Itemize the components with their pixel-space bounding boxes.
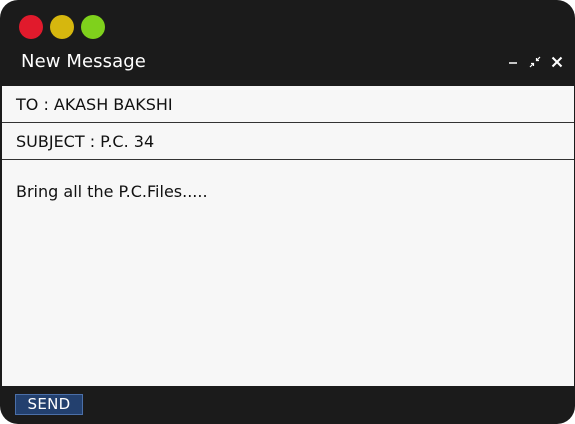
- close-icon[interactable]: [549, 54, 565, 70]
- traffic-light-minimize[interactable]: [50, 15, 74, 39]
- to-field-text: TO : AKASH BAKSHI: [16, 95, 173, 114]
- compose-window: New Message TO: AKASH BAKSHI SUBJECT: …: [0, 0, 575, 424]
- subject-field[interactable]: SUBJECT : P.C. 34: [2, 123, 574, 160]
- send-button[interactable]: SEND: [15, 394, 83, 415]
- compose-body: TO : AKASH BAKSHI SUBJECT : P.C. 34 Brin…: [2, 86, 574, 386]
- compose-footer: SEND: [0, 386, 575, 424]
- to-field[interactable]: TO : AKASH BAKSHI: [2, 86, 574, 123]
- subject-field-text: SUBJECT : P.C. 34: [16, 132, 155, 151]
- traffic-light-maximize[interactable]: [81, 15, 105, 39]
- collapse-icon[interactable]: [527, 54, 543, 70]
- title-bar: New Message: [0, 0, 575, 86]
- window-title: New Message: [21, 51, 146, 72]
- message-body[interactable]: Bring all the P.C.Files.....: [16, 182, 208, 201]
- minimize-icon[interactable]: [505, 54, 521, 70]
- traffic-light-close[interactable]: [19, 15, 43, 39]
- window-controls: [505, 52, 565, 72]
